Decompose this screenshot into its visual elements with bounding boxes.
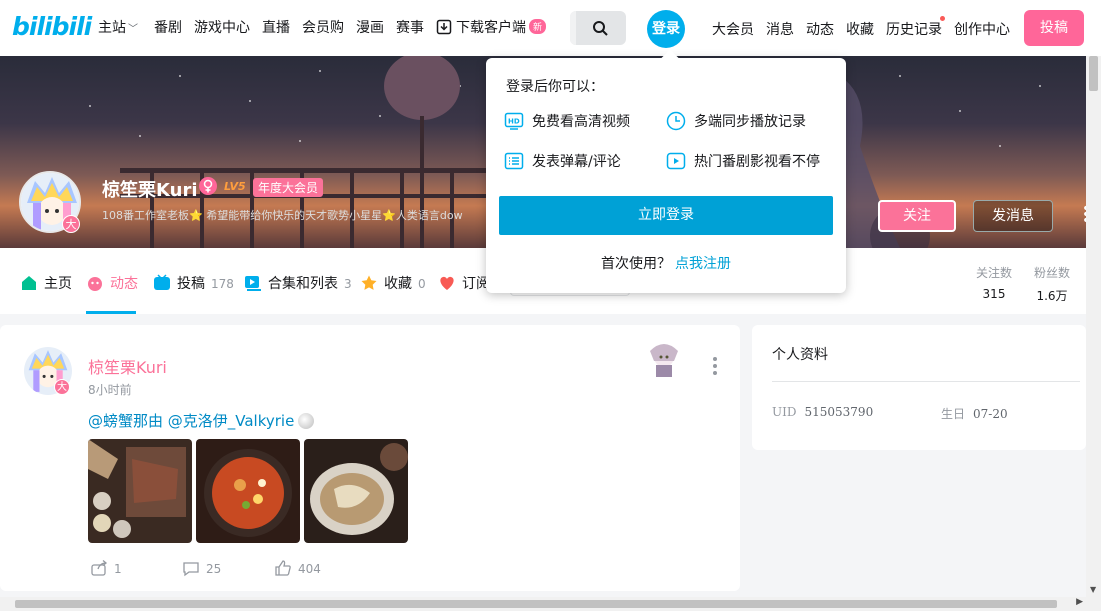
post-text: @螃蟹那由 @克洛伊_Valkyrie — [88, 410, 315, 431]
post-image[interactable] — [196, 439, 300, 543]
tab-subscriptions[interactable]: 订阅 — [438, 273, 490, 293]
like-button[interactable]: 404 — [274, 559, 321, 577]
play-icon — [666, 152, 686, 170]
user-name: 椋笙栗Kuri — [102, 180, 198, 201]
star-icon — [361, 275, 377, 290]
divider — [772, 381, 1080, 382]
home-icon — [22, 276, 36, 290]
active-tab-indicator — [86, 311, 136, 314]
feature-sync-history: 多端同步播放记录 — [666, 111, 806, 131]
dynamic-post-card: 大 椋笙栗Kuri 8小时前 @螃蟹那由 @克洛伊_Valkyrie 1 25 … — [0, 325, 740, 591]
user-signature: 108番工作室老板⭐ 希望能带给你快乐的天才歌势小星星⭐人类语言dow — [102, 209, 463, 222]
share-icon — [91, 560, 108, 576]
feature-hd-video: HD 免费看高清视频 — [504, 111, 630, 131]
video-icon — [154, 274, 170, 290]
search-icon — [593, 21, 608, 36]
new-badge: 新 — [529, 19, 547, 34]
nav-live[interactable]: 直播 — [262, 17, 290, 37]
download-icon — [436, 19, 452, 35]
dynamics-icon — [88, 277, 102, 291]
nav-manga[interactable]: 漫画 — [356, 17, 384, 37]
scroll-right-arrow[interactable]: ▶ — [1076, 597, 1083, 607]
profile-info-card: 个人资料 UID 515053790 生日 07-20 — [752, 325, 1086, 450]
tab-dynamics[interactable]: 动态 — [86, 273, 138, 293]
chevron-down-icon: ﹀ — [128, 24, 138, 35]
heart-icon — [440, 276, 454, 290]
post-author-name[interactable]: 椋笙栗Kuri — [88, 354, 167, 378]
login-popup-title: 登录后你可以： — [506, 79, 604, 95]
tab-favorites[interactable]: 收藏 0 — [360, 273, 426, 293]
post-decoration-image — [650, 344, 678, 377]
danmaku-icon — [504, 152, 524, 170]
send-message-button[interactable]: 发消息 — [973, 200, 1053, 232]
svg-text:HD: HD — [508, 118, 520, 126]
post-time[interactable]: 8小时前 — [88, 381, 132, 398]
bilibili-logo[interactable]: bilibili — [12, 12, 92, 44]
food-photo-dish — [304, 439, 408, 543]
login-button[interactable]: 登录 — [647, 10, 685, 48]
nav-creator-center[interactable]: 创作中心 — [954, 19, 1010, 39]
scrollbar-thumb[interactable] — [1089, 56, 1098, 91]
following-count[interactable]: 关注数 315 — [976, 264, 1012, 301]
scrollbar-thumb[interactable] — [15, 600, 1057, 608]
notification-dot — [940, 16, 945, 21]
thumbs-up-icon — [275, 560, 291, 576]
nav-game-center[interactable]: 游戏中心 — [194, 17, 250, 37]
comment-button[interactable]: 25 — [182, 559, 221, 577]
level-badge: LV5 — [224, 180, 246, 193]
share-button[interactable]: 1 — [90, 559, 122, 577]
register-link[interactable]: 点我注册 — [675, 256, 731, 272]
search-button[interactable] — [570, 11, 626, 45]
comment-icon — [183, 562, 199, 577]
nav-esports[interactable]: 赛事 — [396, 17, 424, 37]
nav-main-site[interactable]: 主站 ﹀ — [98, 17, 138, 37]
feature-hot-anime: 热门番剧影视看不停 — [666, 151, 820, 171]
clock-icon — [666, 111, 686, 131]
vertical-scrollbar[interactable]: ▼ — [1086, 56, 1101, 597]
register-prompt: 首次使用？ 点我注册 — [601, 256, 731, 272]
nav-history[interactable]: 历史记录 — [886, 19, 942, 39]
hd-icon: HD — [504, 112, 524, 130]
scroll-down-arrow[interactable]: ▼ — [1090, 585, 1096, 594]
login-popup: 登录后你可以： HD 免费看高清视频 多端同步播放记录 发表弹幕/评论 热门番剧影… — [486, 49, 846, 293]
collection-icon — [245, 276, 261, 291]
feature-danmaku-comment: 发表弹幕/评论 — [504, 151, 621, 171]
birthday-field: 生日 07-20 — [941, 407, 1008, 421]
tab-uploads[interactable]: 投稿 178 — [153, 273, 234, 293]
nav-favorites[interactable]: 收藏 — [846, 19, 874, 39]
upload-button[interactable]: 投稿 — [1024, 10, 1084, 46]
female-icon — [199, 177, 217, 195]
tab-collections[interactable]: 合集和列表 3 — [244, 273, 352, 293]
nav-mall[interactable]: 会员购 — [302, 17, 344, 37]
login-now-button[interactable]: 立即登录 — [499, 196, 833, 235]
profile-title: 个人资料 — [772, 347, 828, 363]
uid-field: UID 515053790 — [772, 405, 874, 419]
post-image[interactable] — [304, 439, 408, 543]
nav-dynamics[interactable]: 动态 — [806, 19, 834, 39]
food-photo-fried-rice — [196, 439, 300, 543]
annual-vip-label: 年度大会员 — [253, 178, 324, 197]
tab-home[interactable]: 主页 — [20, 273, 72, 293]
follower-count[interactable]: 粉丝数 1.6万 — [1034, 264, 1070, 304]
horizontal-scrollbar[interactable]: ▶ — [0, 597, 1101, 611]
vip-badge: 大 — [54, 379, 70, 395]
vip-badge: 大 — [62, 215, 80, 233]
top-nav: bilibili 主站 ﹀ 番剧 游戏中心 直播 会员购 漫画 赛事 下载客户端新… — [0, 0, 1101, 56]
nav-download-client[interactable]: 下载客户端新 — [436, 17, 547, 37]
nav-messages[interactable]: 消息 — [766, 19, 794, 39]
nav-big-member[interactable]: 大会员 — [712, 19, 754, 39]
emoji-icon — [298, 413, 315, 429]
food-photo-bbq — [88, 439, 192, 543]
nav-anime[interactable]: 番剧 — [154, 17, 182, 37]
post-more-icon[interactable] — [713, 357, 719, 378]
post-image[interactable] — [88, 439, 192, 543]
follow-button[interactable]: 关注 — [878, 200, 956, 232]
